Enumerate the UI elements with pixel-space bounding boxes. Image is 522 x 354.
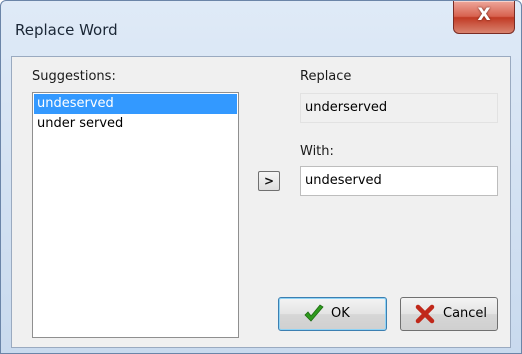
close-icon: X <box>477 5 491 25</box>
check-icon <box>303 304 325 328</box>
x-icon <box>415 304 435 328</box>
cancel-label: Cancel <box>443 306 488 321</box>
cancel-button[interactable]: Cancel <box>400 297 498 331</box>
ok-label: OK <box>331 306 350 321</box>
title-bar[interactable]: Replace Word X <box>1 1 521 56</box>
suggestions-label: Suggestions: <box>32 69 116 84</box>
with-label: With: <box>300 144 334 159</box>
replace-word-dialog: Replace Word X Suggestions: undeserved u… <box>0 0 522 354</box>
suggestion-item[interactable]: undeserved <box>34 94 237 114</box>
replace-label: Replace <box>300 69 352 84</box>
replace-field: underserved <box>300 93 498 123</box>
suggestion-item[interactable]: under served <box>34 114 237 134</box>
with-input[interactable]: undeserved <box>300 166 498 196</box>
dialog-body: Suggestions: undeserved under served Rep… <box>11 56 511 348</box>
window-title: Replace Word <box>15 21 118 39</box>
ok-button[interactable]: OK <box>278 297 387 331</box>
copy-suggestion-button[interactable]: > <box>258 171 280 191</box>
close-button[interactable]: X <box>453 1 515 34</box>
suggestions-listbox[interactable]: undeserved under served <box>32 92 239 338</box>
